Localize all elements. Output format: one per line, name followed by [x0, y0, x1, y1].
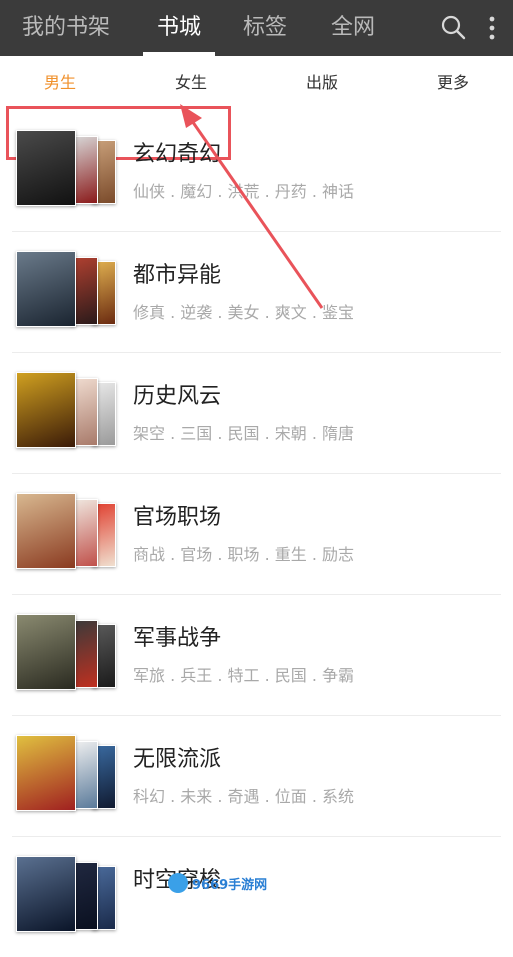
category-row-lishi[interactable]: 历史风云 架空 . 三国 . 民国 . 宋朝 . 隋唐 — [12, 352, 501, 474]
nav-tab-bookstore[interactable]: 书城 — [157, 0, 201, 56]
category-title: 无限流派 — [133, 747, 222, 772]
book-covers — [16, 856, 116, 934]
book-covers — [16, 130, 116, 208]
category-row-wuxian[interactable]: 无限流派 科幻 . 未来 . 奇遇 . 位面 . 系统 — [12, 715, 501, 837]
category-title: 历史风云 — [133, 384, 222, 409]
category-title: 玄幻奇幻 — [133, 142, 222, 167]
category-tags: 军旅 . 兵王 . 特工 . 民国 . 争霸 — [133, 666, 355, 685]
watermark: 9669手游网 — [168, 870, 267, 896]
more-vert-icon[interactable] — [486, 16, 498, 44]
search-icon[interactable] — [440, 14, 466, 44]
book-cover-image — [16, 251, 76, 327]
book-covers — [16, 372, 116, 450]
category-row-shikong[interactable]: 时空穿梭 — [12, 836, 501, 957]
watermark-logo-icon — [168, 873, 188, 893]
book-covers — [16, 251, 116, 329]
category-tags: 修真 . 逆袭 . 美女 . 爽文 . 鉴宝 — [133, 303, 355, 322]
category-row-dushi[interactable]: 都市异能 修真 . 逆袭 . 美女 . 爽文 . 鉴宝 — [12, 231, 501, 353]
book-cover-image — [16, 130, 76, 206]
book-cover-image — [16, 735, 76, 811]
book-cover-image — [16, 372, 76, 448]
subtab-published[interactable]: 出版 — [277, 56, 367, 110]
book-covers — [16, 493, 116, 571]
category-title: 军事战争 — [133, 626, 222, 651]
category-tags: 仙侠 . 魔幻 . 洪荒 . 丹药 . 神话 — [133, 182, 355, 201]
category-row-guanchang[interactable]: 官场职场 商战 . 官场 . 职场 . 重生 . 励志 — [12, 473, 501, 595]
top-nav-bar: 我的书架 书城 标签 全网 — [0, 0, 513, 56]
book-cover-image — [16, 614, 76, 690]
subtab-male[interactable]: 男生 — [15, 56, 105, 110]
category-row-junshi[interactable]: 军事战争 军旅 . 兵王 . 特工 . 民国 . 争霸 — [12, 594, 501, 716]
nav-tab-tags[interactable]: 标签 — [243, 0, 287, 56]
watermark-text: 9669手游网 — [192, 877, 268, 893]
book-cover-image — [16, 493, 76, 569]
subtab-more[interactable]: 更多 — [408, 56, 498, 110]
category-tags: 商战 . 官场 . 职场 . 重生 . 励志 — [133, 545, 355, 564]
book-cover-image — [16, 856, 76, 932]
category-title: 官场职场 — [133, 505, 222, 530]
category-row-xuanhuan[interactable]: 玄幻奇幻 仙侠 . 魔幻 . 洪荒 . 丹药 . 神话 — [12, 110, 501, 232]
category-tags: 架空 . 三国 . 民国 . 宋朝 . 隋唐 — [133, 424, 355, 443]
book-covers — [16, 614, 116, 692]
category-tags: 科幻 . 未来 . 奇遇 . 位面 . 系统 — [133, 787, 355, 806]
nav-tab-web[interactable]: 全网 — [331, 0, 375, 56]
category-title: 都市异能 — [133, 263, 222, 288]
book-covers — [16, 735, 116, 813]
nav-tab-bookshelf[interactable]: 我的书架 — [22, 0, 110, 56]
sub-tab-bar: 男生 女生 出版 更多 — [0, 56, 513, 160]
subtab-female[interactable]: 女生 — [146, 56, 236, 110]
